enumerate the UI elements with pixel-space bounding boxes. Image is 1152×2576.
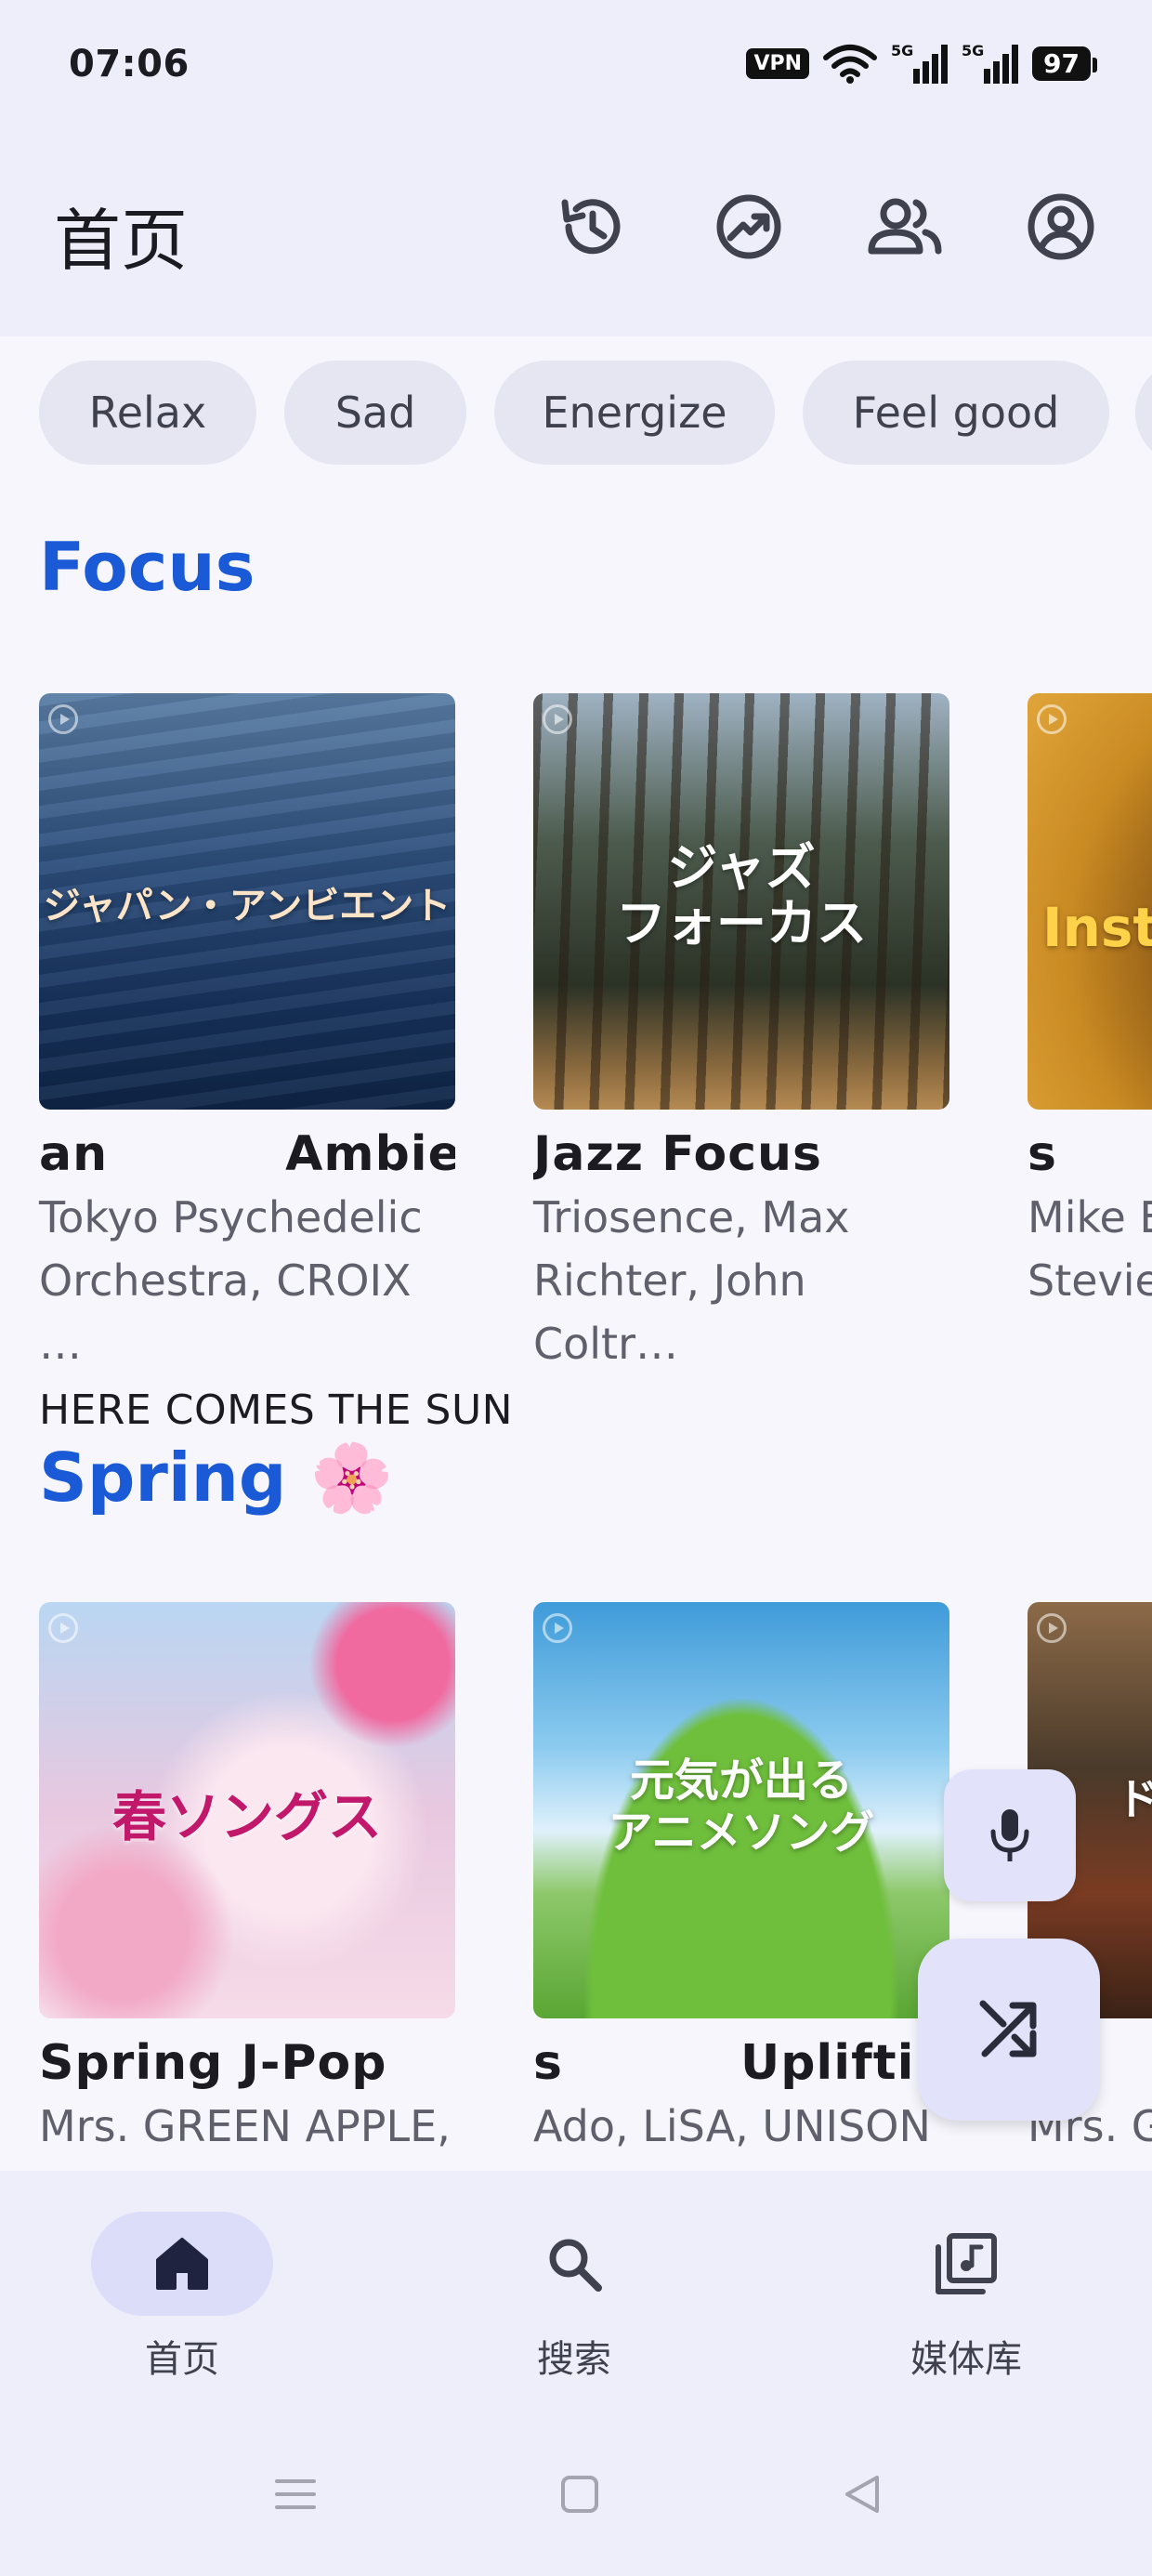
card-subtitle-line: Mike E: [1028, 1192, 1152, 1242]
cover-text-line: ジャズ: [667, 838, 816, 897]
nav-label: 首页: [145, 2338, 219, 2381]
trending-button[interactable]: [704, 182, 793, 271]
account-button[interactable]: [1016, 182, 1106, 271]
cover-text: 元気が出る アニメソング: [533, 1755, 949, 1859]
microphone-icon: [990, 1809, 1029, 1861]
nav-item-search[interactable]: 搜索: [435, 2212, 713, 2383]
cover-text-line: 元気が出る: [629, 1755, 853, 1807]
system-back-icon[interactable]: [840, 2472, 884, 2517]
chip-relax[interactable]: Relax: [39, 361, 256, 465]
card-subtitle: Mrs. GREEN APPLE,: [39, 2095, 455, 2158]
card-subtitle-line: Mrs. GREEN APPLE,: [39, 2101, 451, 2151]
cover-image: ジャズ フォーカス: [533, 693, 949, 1110]
trending-icon: [716, 194, 781, 259]
top-app-bar: 首页: [0, 139, 1152, 336]
shuffle-button[interactable]: [918, 1939, 1100, 2121]
cover-text: ド: [1117, 1774, 1152, 1824]
vpn-badge: VPN: [746, 47, 810, 79]
cover-text: ジャズ フォーカス: [533, 840, 949, 952]
nav-icon-container: [483, 2212, 665, 2316]
wifi-icon: [823, 45, 878, 84]
history-icon: [561, 199, 621, 255]
system-home-icon[interactable]: [557, 2472, 602, 2517]
card-subtitle: Mike E Stevie: [1028, 1186, 1152, 1312]
card-title: s: [1028, 1126, 1057, 1182]
cover-text-line: フォーカス: [616, 894, 867, 953]
battery-indicator: 97: [1032, 46, 1097, 81]
nav-item-library[interactable]: 媒体库: [827, 2212, 1106, 2383]
nav-active-indicator: [91, 2212, 273, 2316]
card-subtitle-line: Triosence, Max: [533, 1192, 850, 1242]
section-title-spring[interactable]: Spring 🌸: [39, 1439, 393, 1518]
card-title: Spring J-Pop: [39, 2035, 387, 2091]
chip-next[interactable]: [1135, 361, 1152, 465]
people-icon: [868, 198, 942, 255]
card-subtitle: Tokyo Psychedelic Orchestra, CROIX …: [39, 1186, 455, 1375]
card-subtitle-line: Richter, John Coltr…: [533, 1255, 806, 1369]
page-title: 首页: [54, 202, 189, 280]
network-label-1: 5G: [891, 42, 913, 59]
status-time: 07:06: [69, 43, 190, 85]
cover-image: Instr: [1028, 693, 1152, 1110]
card-japan-ambient[interactable]: ジャパン・アンビエント an Ambient Tokyo Psychedelic…: [39, 693, 455, 1375]
playlist-badge-icon: [543, 704, 572, 734]
playlist-badge-icon: [48, 704, 78, 734]
nav-label: 媒体库: [910, 2338, 1022, 2381]
people-button[interactable]: [860, 182, 949, 271]
playlist-badge-icon: [1037, 704, 1067, 734]
chip-energize[interactable]: Energize: [494, 361, 775, 465]
section-title-focus[interactable]: Focus: [39, 528, 255, 606]
system-menu-icon[interactable]: [273, 2472, 318, 2517]
card-title: Jazz Focus: [533, 1126, 823, 1182]
nav-label: 搜索: [537, 2338, 611, 2381]
signal-icon-1: 5G: [891, 42, 949, 84]
section-kicker-spring: HERE COMES THE SUN: [39, 1387, 514, 1434]
status-icons: VPN 5G 5G 97: [746, 41, 1097, 85]
playlist-badge-icon: [1037, 1613, 1067, 1643]
cover-image: 元気が出る アニメソング: [533, 1602, 949, 2018]
history-button[interactable]: [546, 182, 635, 271]
card-subtitle: Ado, LiSA, UNISON: [533, 2095, 949, 2158]
card-title: an Ambient: [39, 1126, 455, 1182]
search-icon: [549, 2239, 602, 2292]
playlist-badge-icon: [543, 1613, 572, 1643]
card-spring-jpop[interactable]: 春ソングス Spring J-Pop Mrs. GREEN APPLE,: [39, 1602, 455, 2158]
card-subtitle-line: Orchestra, CROIX …: [39, 1255, 412, 1369]
account-icon: [1028, 193, 1094, 260]
card-subtitle-line: Stevie: [1028, 1255, 1152, 1306]
nav-icon-container: [875, 2212, 1057, 2316]
home-icon: [156, 2238, 208, 2290]
mood-chips-row: Relax Sad Energize Feel good: [0, 361, 1152, 468]
card-subtitle-line: Ado, LiSA, UNISON: [533, 2101, 931, 2151]
cover-text: ジャパン・アンビエント: [43, 885, 452, 927]
cover-text: Instr: [1042, 896, 1152, 959]
status-bar: 07:06 VPN 5G 5G 97: [0, 0, 1152, 139]
cover-text: 春ソングス: [111, 1785, 382, 1848]
cover-image: 春ソングス: [39, 1602, 455, 2018]
card-subtitle-line: Tokyo Psychedelic: [39, 1192, 423, 1242]
cover-image: ジャパン・アンビエント: [39, 693, 455, 1110]
playlist-badge-icon: [48, 1613, 78, 1643]
card-instrumental[interactable]: Instr s Mike E Stevie: [1028, 693, 1152, 1312]
network-label-2: 5G: [962, 42, 984, 59]
shuffle-icon: [979, 2000, 1037, 2057]
card-subtitle: Triosence, Max Richter, John Coltr…: [533, 1186, 949, 1375]
chip-feel-good[interactable]: Feel good: [803, 361, 1109, 465]
card-jazz-focus[interactable]: ジャズ フォーカス Jazz Focus Triosence, Max Rich…: [533, 693, 949, 1375]
signal-icon-2: 5G: [962, 42, 1019, 84]
nav-item-home[interactable]: 首页: [43, 2212, 321, 2383]
card-title: s Uplifting: [533, 2035, 949, 2091]
cover-text-line: アニメソング: [608, 1807, 875, 1859]
library-icon: [936, 2233, 997, 2294]
chip-sad[interactable]: Sad: [284, 361, 466, 465]
card-uplifting-anime[interactable]: 元気が出る アニメソング s Uplifting Ado, LiSA, UNIS…: [533, 1602, 949, 2158]
voice-search-button[interactable]: [944, 1769, 1076, 1901]
